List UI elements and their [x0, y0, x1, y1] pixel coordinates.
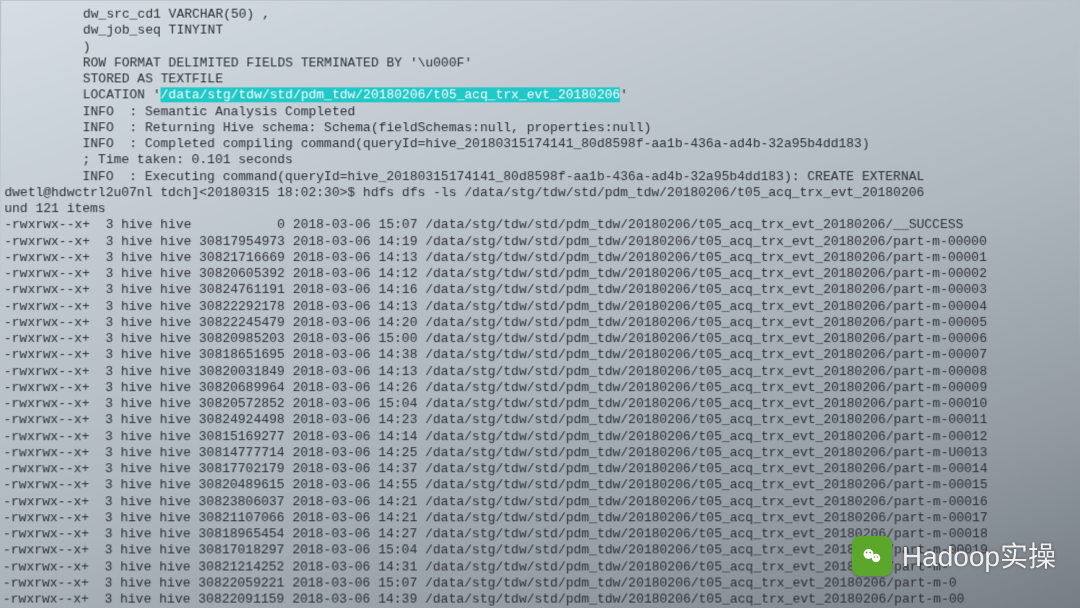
ls-row: -rwxrwx--x+ 3 hive hive 30820031849 2018…	[4, 364, 1080, 380]
found-items: und 121 items	[4, 201, 1079, 217]
ls-row: -rwxrwx--x+ 3 hive hive 30815169277 2018…	[3, 429, 1080, 445]
sql-line: ROW FORMAT DELIMITED FIELDS TERMINATED B…	[5, 55, 1079, 71]
ls-row: -rwxrwx--x+ 3 hive hive 30822091159 2018…	[3, 592, 1080, 608]
ls-row: -rwxrwx--x+ 3 hive hive 30820985203 2018…	[4, 331, 1080, 347]
shell-prompt: dwetl@hdwctrl2u07nl tdch]<20180315 18:02…	[4, 185, 1079, 201]
location-suffix: '	[620, 88, 628, 103]
ls-row: -rwxrwx--x+ 3 hive hive 30817018297 2018…	[3, 543, 1080, 559]
hive-info-line: INFO : Semantic Analysis Completed	[5, 104, 1080, 120]
ls-row: -rwxrwx--x+ 3 hive hive 30821214252 2018…	[3, 559, 1080, 575]
hive-info-line: ; Time taken: 0.101 seconds	[5, 152, 1080, 168]
hive-info-line: INFO : Executing command(queryId=hive_20…	[4, 169, 1079, 185]
sql-line: STORED AS TEXTFILE	[5, 71, 1079, 87]
ls-row: -rwxrwx--x+ 3 hive hive 30823806037 2018…	[3, 494, 1080, 510]
ls-row: -rwxrwx--x+ 3 hive hive 30821716669 2018…	[4, 250, 1080, 266]
ls-row: -rwxrwx--x+ 3 hive hive 0 2018-03-06 15:…	[4, 217, 1079, 233]
ls-row: -rwxrwx--x+ 3 hive hive 30818965454 2018…	[3, 526, 1080, 542]
ls-row: -rwxrwx--x+ 3 hive hive 30821107066 2018…	[3, 510, 1080, 526]
ls-row: -rwxrwx--x+ 3 hive hive 30820572852 2018…	[4, 396, 1080, 412]
ls-row: -rwxrwx--x+ 3 hive hive 30820605392 2018…	[4, 266, 1080, 282]
highlighted-path: /data/stg/tdw/std/pdm_tdw/20180206/t05_a…	[161, 88, 621, 103]
ls-row: -rwxrwx--x+ 3 hive hive 30817954973 2018…	[4, 234, 1080, 250]
ls-row: -rwxrwx--x+ 3 hive hive 30818651695 2018…	[4, 347, 1080, 363]
ls-row: -rwxrwx--x+ 3 hive hive 30817702179 2018…	[3, 461, 1080, 477]
ls-row: -rwxrwx--x+ 3 hive hive 30814777714 2018…	[3, 445, 1080, 461]
hive-info-line: INFO : Completed compiling command(query…	[5, 136, 1080, 152]
ls-row: -rwxrwx--x+ 3 hive hive 30824761191 2018…	[4, 282, 1080, 298]
sql-line: dw_src_cd1 VARCHAR(50) ,	[5, 7, 1079, 23]
ls-row: -rwxrwx--x+ 3 hive hive 30820689964 2018…	[4, 380, 1080, 396]
location-prefix: LOCATION '	[5, 88, 161, 103]
sql-line: )	[5, 39, 1079, 55]
ls-row: -rwxrwx--x+ 3 hive hive 30820489615 2018…	[3, 477, 1080, 493]
ls-row: -rwxrwx--x+ 3 hive hive 30822059221 2018…	[3, 575, 1080, 591]
sql-line: dw_job_seq TINYINT	[5, 23, 1079, 39]
ls-row: -rwxrwx--x+ 3 hive hive 30822245479 2018…	[4, 315, 1080, 331]
sql-location-line: LOCATION '/data/stg/tdw/std/pdm_tdw/2018…	[5, 88, 1079, 104]
hive-info-line: INFO : Returning Hive schema: Schema(fie…	[5, 120, 1080, 136]
ls-row: -rwxrwx--x+ 3 hive hive 30822292178 2018…	[4, 299, 1080, 315]
ls-row: -rwxrwx--x+ 3 hive hive 30824924498 2018…	[4, 412, 1080, 428]
terminal-output[interactable]: dw_src_cd1 VARCHAR(50) , dw_job_seq TINY…	[0, 1, 1080, 608]
